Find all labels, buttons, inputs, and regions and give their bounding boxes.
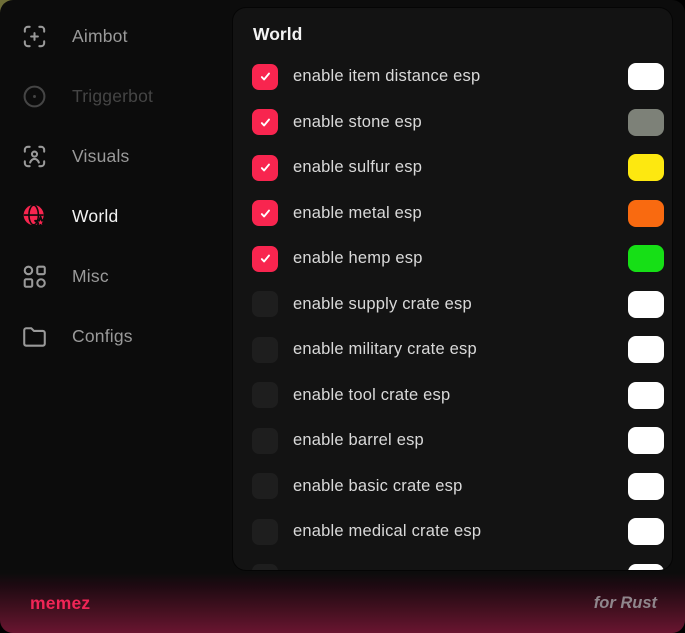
sidebar-item-label: Visuals xyxy=(72,146,130,167)
esp-row-label: enable sulfur esp xyxy=(293,158,628,177)
panel-title: World xyxy=(253,24,664,45)
esp-checkbox-enable-stone-esp[interactable] xyxy=(252,109,278,135)
misc-category-icon xyxy=(20,262,49,291)
sidebar-item-label: Aimbot xyxy=(72,26,128,47)
footer-bar: memez for Rust xyxy=(0,573,685,633)
esp-checkbox-enable-barrel-esp[interactable] xyxy=(252,428,278,454)
esp-row-label: enable supply crate esp xyxy=(293,295,628,314)
sidebar-item-label: Configs xyxy=(72,326,133,347)
esp-row-label: enable stone esp xyxy=(293,113,628,132)
esp-color-swatch-enable-medical-crate-esp[interactable] xyxy=(628,518,664,545)
esp-checkbox-enable-hemp-esp[interactable] xyxy=(252,246,278,272)
esp-checkbox-enable-supply-crate-esp[interactable] xyxy=(252,291,278,317)
esp-color-swatch-enable-metal-esp[interactable] xyxy=(628,200,664,227)
esp-color-swatch-enable-supply-crate-esp[interactable] xyxy=(628,291,664,318)
esp-row-enable-metal-esp: enable metal esp xyxy=(252,191,664,237)
sidebar-item-misc[interactable]: Misc xyxy=(0,246,233,306)
esp-checkbox-enable-basic-crate-esp[interactable] xyxy=(252,473,278,499)
esp-checkbox-enable-item-distance-esp[interactable] xyxy=(252,64,278,90)
sidebar-item-aimbot[interactable]: Aimbot xyxy=(0,6,233,66)
esp-checkbox-enable-military-crate-esp[interactable] xyxy=(252,337,278,363)
esp-row-label: enable medical crate esp xyxy=(293,522,628,541)
esp-checkbox-enable-metal-esp[interactable] xyxy=(252,200,278,226)
esp-color-swatch-partial[interactable] xyxy=(628,564,664,570)
sidebar-item-triggerbot[interactable]: Triggerbot xyxy=(0,66,233,126)
sidebar-item-configs[interactable]: Configs xyxy=(0,306,233,366)
sidebar-item-label: Misc xyxy=(72,266,109,287)
world-globe-star-icon xyxy=(20,202,49,231)
triggerbot-circle-icon xyxy=(20,82,49,111)
esp-color-swatch-enable-item-distance-esp[interactable] xyxy=(628,63,664,90)
sidebar-item-label: Triggerbot xyxy=(72,86,153,107)
esp-checkbox-enable-medical-crate-esp[interactable] xyxy=(252,519,278,545)
esp-row-enable-medical-crate-esp: enable medical crate esp xyxy=(252,509,664,555)
esp-checkbox-partial[interactable] xyxy=(252,564,278,570)
configs-folder-icon xyxy=(20,322,49,351)
esp-checkbox-enable-sulfur-esp[interactable] xyxy=(252,155,278,181)
esp-row-enable-military-crate-esp: enable military crate esp xyxy=(252,327,664,373)
esp-row-label: enable hemp esp xyxy=(293,249,628,268)
esp-color-swatch-enable-tool-crate-esp[interactable] xyxy=(628,382,664,409)
esp-row-label: enable item distance esp xyxy=(293,67,628,86)
visuals-scan-person-icon xyxy=(20,142,49,171)
esp-row-label: enable tool crate esp xyxy=(293,386,628,405)
esp-row-enable-basic-crate-esp: enable basic crate esp xyxy=(252,464,664,510)
esp-row-enable-sulfur-esp: enable sulfur esp xyxy=(252,145,664,191)
esp-color-swatch-enable-barrel-esp[interactable] xyxy=(628,427,664,454)
esp-row-enable-hemp-esp: enable hemp esp xyxy=(252,236,664,282)
sidebar-item-visuals[interactable]: Visuals xyxy=(0,126,233,186)
aimbot-target-icon xyxy=(20,22,49,51)
sidebar-item-label: World xyxy=(72,206,118,227)
esp-row-label: enable barrel esp xyxy=(293,431,628,450)
esp-row-partial xyxy=(252,555,664,571)
esp-row-label: enable military crate esp xyxy=(293,340,628,359)
esp-checkbox-enable-tool-crate-esp[interactable] xyxy=(252,382,278,408)
cheat-menu-window: Aimbot Triggerbot Visuals World Misc Con… xyxy=(0,0,685,633)
esp-row-enable-stone-esp: enable stone esp xyxy=(252,100,664,146)
esp-color-swatch-enable-basic-crate-esp[interactable] xyxy=(628,473,664,500)
esp-rows: enable item distance esp enable stone es… xyxy=(252,54,664,570)
esp-row-label: enable metal esp xyxy=(293,204,628,223)
esp-row-enable-barrel-esp: enable barrel esp xyxy=(252,418,664,464)
brand-tagline: for Rust xyxy=(594,594,657,613)
world-settings-panel: World enable item distance esp enable st… xyxy=(233,8,672,570)
esp-row-enable-tool-crate-esp: enable tool crate esp xyxy=(252,373,664,419)
esp-row-enable-item-distance-esp: enable item distance esp xyxy=(252,54,664,100)
esp-row-enable-supply-crate-esp: enable supply crate esp xyxy=(252,282,664,328)
sidebar: Aimbot Triggerbot Visuals World Misc Con… xyxy=(0,6,233,366)
esp-color-swatch-enable-hemp-esp[interactable] xyxy=(628,245,664,272)
esp-color-swatch-enable-sulfur-esp[interactable] xyxy=(628,154,664,181)
esp-row-label: enable basic crate esp xyxy=(293,477,628,496)
esp-color-swatch-enable-military-crate-esp[interactable] xyxy=(628,336,664,363)
esp-color-swatch-enable-stone-esp[interactable] xyxy=(628,109,664,136)
brand-logo: memez xyxy=(30,593,90,614)
sidebar-item-world[interactable]: World xyxy=(0,186,233,246)
